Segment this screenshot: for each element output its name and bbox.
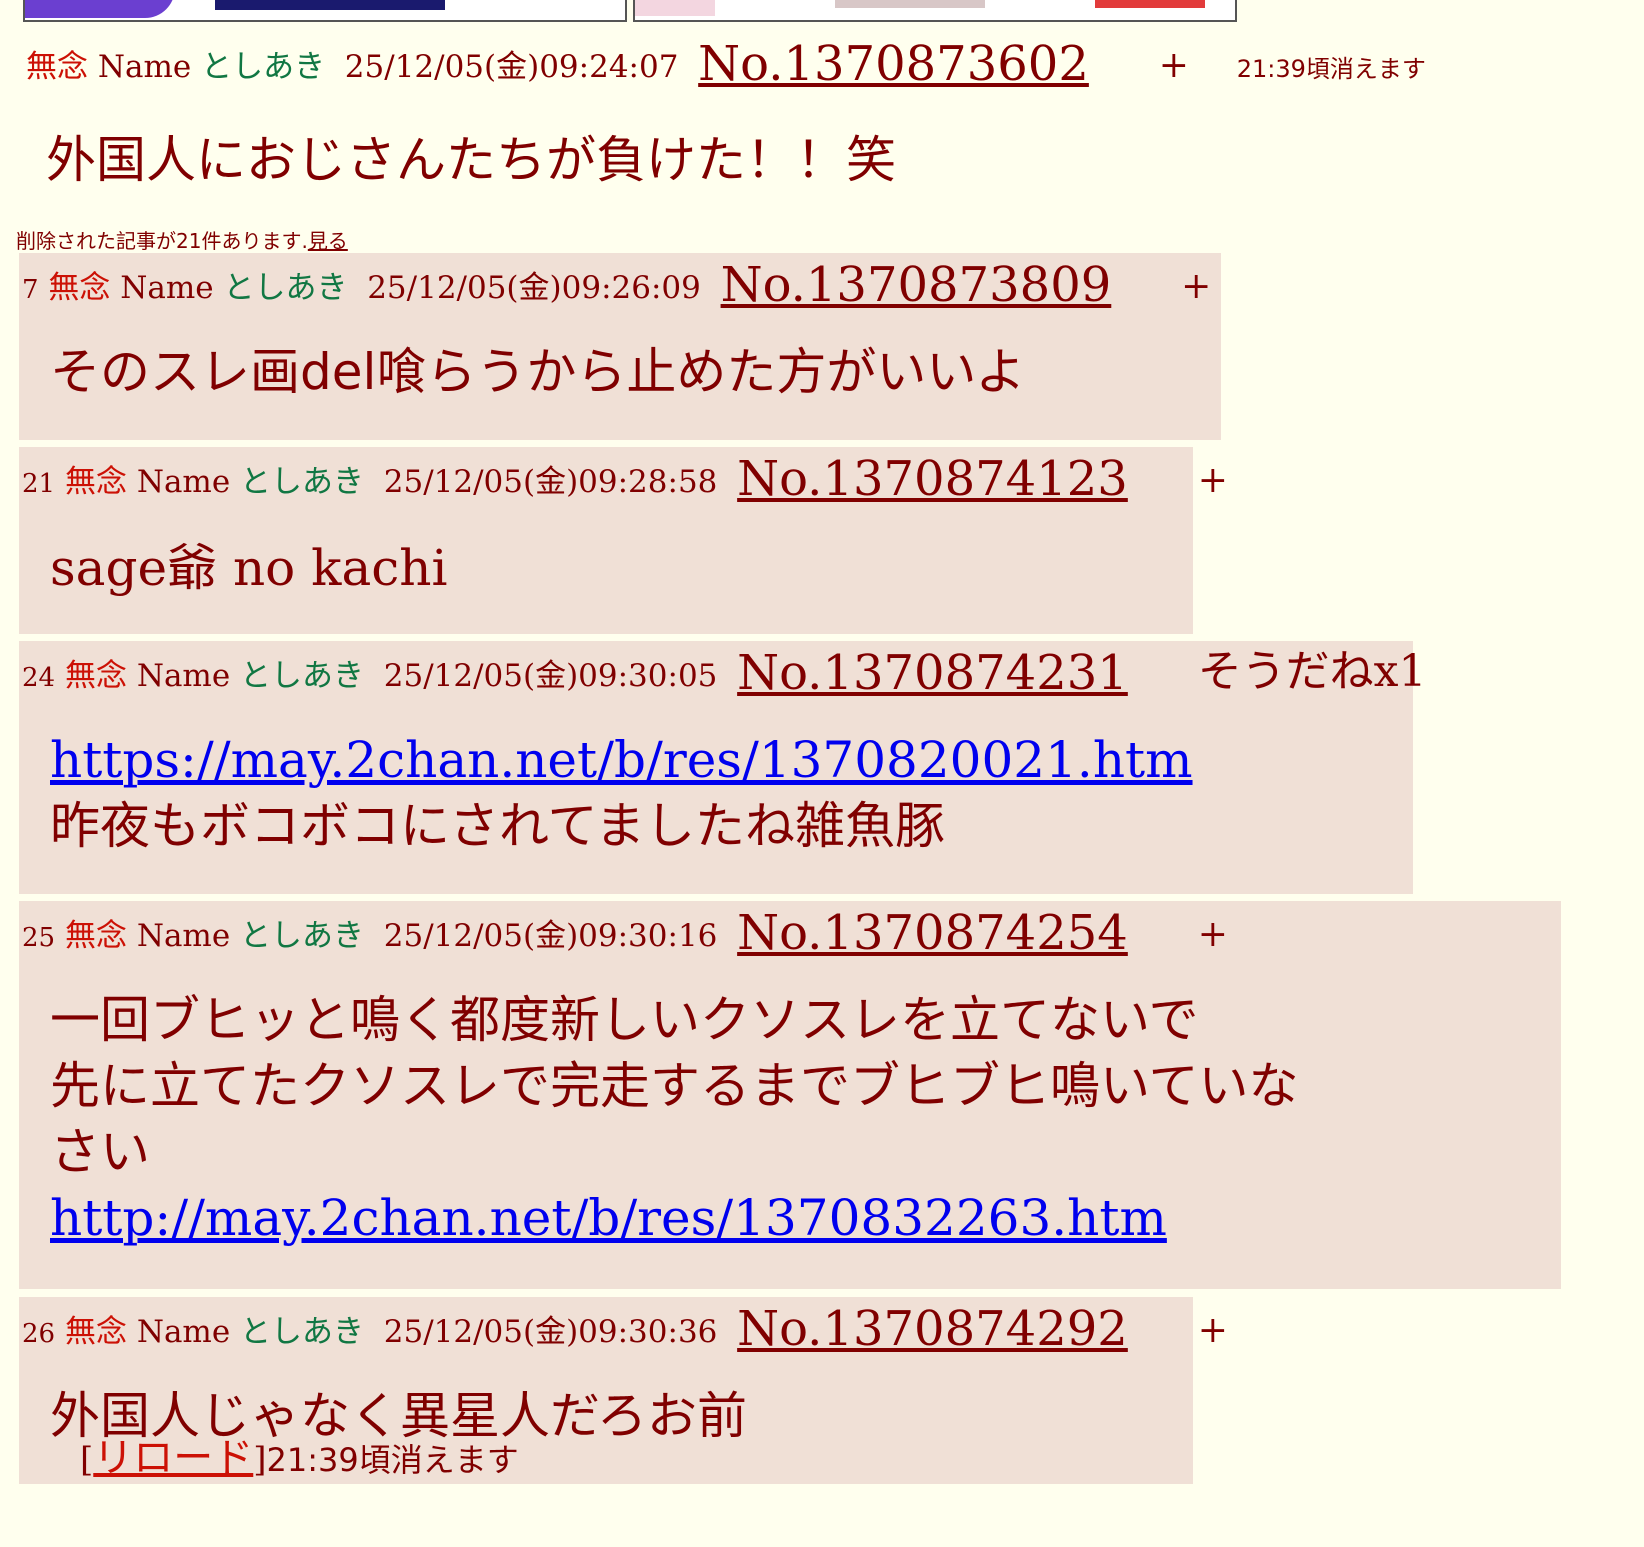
reply-header: 24 無念 Name としあき 25/12/05(金)09:30:05 No.1… (22, 649, 1427, 697)
reply-body: sage爺 no kachi (50, 535, 447, 601)
footer-expire-note: 21:39頃消えます (266, 1441, 519, 1479)
reply-subject: 無念 (48, 270, 111, 306)
thread-link[interactable]: http://may.2chan.net/b/res/1370832263.ht… (50, 1189, 1167, 1247)
deleted-posts-text: 削除された記事が21件あります. (16, 229, 308, 253)
reply-body-line: さい (50, 1123, 150, 1181)
reply-datetime: 25/12/05(金)09:30:36 (383, 1314, 718, 1350)
op-expire-note: 21:39頃消えます (1236, 55, 1426, 83)
reply-plus-button[interactable]: + (1198, 463, 1228, 499)
reply-name-label: Name (136, 918, 231, 954)
op-subject: 無念 (26, 49, 88, 85)
reply-body-line: そのスレ画del喰らうから止めた方がいいよ (50, 343, 1026, 401)
reply-body-line: 昨夜もボコボコにされてましたね雑魚豚 (50, 797, 945, 855)
op-name-label: Name (97, 49, 192, 85)
reply-post-number[interactable]: No.1370874292 (737, 1301, 1128, 1357)
reply-body: そのスレ画del喰らうから止めた方がいいよ (50, 339, 1025, 405)
reply-header: 25 無念 Name としあき 25/12/05(金)09:30:16 No.1… (22, 909, 1228, 957)
reply-post-number[interactable]: No.1370874123 (737, 451, 1128, 507)
reply-res-number: 21 (22, 469, 56, 499)
reply-plus-button[interactable]: + (1181, 269, 1211, 305)
reply-post-number[interactable]: No.1370874254 (737, 905, 1128, 961)
reply-name-label: Name (120, 270, 214, 306)
op-name: としあき (201, 49, 326, 85)
deleted-posts-notice: 削除された記事が21件あります.見る (16, 225, 348, 254)
reply-post: 7 無念 Name としあき 25/12/05(金)09:26:09 No.13… (19, 253, 1221, 440)
reply-header: 21 無念 Name としあき 25/12/05(金)09:28:58 No.1… (22, 455, 1228, 503)
reply-plus-button[interactable]: + (1198, 917, 1228, 953)
reply-header: 7 無念 Name としあき 25/12/05(金)09:26:09 No.13… (22, 261, 1211, 309)
reply-res-number: 25 (22, 923, 56, 953)
reply-res-number: 7 (22, 275, 39, 305)
reply-name: としあき (240, 464, 365, 500)
reply-datetime: 25/12/05(金)09:30:05 (383, 658, 718, 694)
op-plus-button[interactable]: + (1159, 48, 1189, 84)
ad-banner-right[interactable] (633, 0, 1237, 22)
reply-subject: 無念 (64, 464, 127, 500)
reply-post: 21 無念 Name としあき 25/12/05(金)09:28:58 No.1… (19, 447, 1228, 634)
reload-bracket-close: ] (253, 1440, 267, 1480)
reply-name-label: Name (136, 1314, 231, 1350)
reply-subject: 無念 (64, 1314, 127, 1350)
reply-header: 26 無念 Name としあき 25/12/05(金)09:30:36 No.1… (22, 1305, 1228, 1353)
reply-datetime: 25/12/05(金)09:30:16 (383, 918, 718, 954)
reply-plus-button[interactable]: + (1198, 1313, 1228, 1349)
reply-post: 25 無念 Name としあき 25/12/05(金)09:30:16 No.1… (19, 901, 1561, 1289)
reply-datetime: 25/12/05(金)09:28:58 (383, 464, 718, 500)
reply-body-line: 先に立てたクソスレで完走するまでブヒブヒ鳴いていな (50, 1057, 1299, 1115)
reply-name: としあき (240, 918, 365, 954)
reply-body: https://may.2chan.net/b/res/1370820021.h… (50, 727, 1193, 859)
reply-name: としあき (223, 270, 348, 306)
reply-name-label: Name (136, 658, 231, 694)
reply-datetime: 25/12/05(金)09:26:09 (367, 270, 701, 306)
reply-subject: 無念 (64, 918, 127, 954)
ad-banner-left[interactable] (23, 0, 627, 22)
reply-post-number[interactable]: No.1370874231 (737, 645, 1128, 701)
reply-post-number[interactable]: No.1370873809 (721, 257, 1112, 313)
reply-subject: 無念 (64, 658, 127, 694)
reply-res-number: 24 (22, 663, 56, 693)
op-post-header: 無念 Name としあき 25/12/05(金)09:24:07 No.1370… (26, 40, 1426, 88)
reload-bracket-open: [ (80, 1440, 94, 1480)
reply-name: としあき (240, 1314, 365, 1350)
thread-link[interactable]: https://may.2chan.net/b/res/1370820021.h… (50, 731, 1193, 789)
reload-link[interactable]: リロード (93, 1435, 253, 1481)
op-post-body: 外国人におじさんたちが負けた！！笑 (46, 131, 896, 189)
view-deleted-link[interactable]: 見る (308, 229, 348, 253)
footer: [リロード]21:39頃消えます (80, 1425, 519, 1483)
reply-name: としあき (240, 658, 365, 694)
soudane-button[interactable]: そうだねx1 (1198, 646, 1427, 697)
reply-body-line: sage爺 no kachi (50, 539, 448, 597)
op-post-number[interactable]: No.1370873602 (698, 36, 1089, 92)
ad-banner-strip (0, 0, 1644, 22)
reply-name-label: Name (136, 464, 231, 500)
reply-body-line: 一回ブヒッと鳴く都度新しいクソスレを立てないで (50, 991, 1199, 1049)
reply-post: 24 無念 Name としあき 25/12/05(金)09:30:05 No.1… (19, 641, 1427, 894)
reply-body: 一回ブヒッと鳴く都度新しいクソスレを立てないで 先に立てたクソスレで完走するまで… (50, 987, 1299, 1251)
reply-res-number: 26 (22, 1319, 56, 1349)
op-datetime: 25/12/05(金)09:24:07 (344, 49, 679, 85)
